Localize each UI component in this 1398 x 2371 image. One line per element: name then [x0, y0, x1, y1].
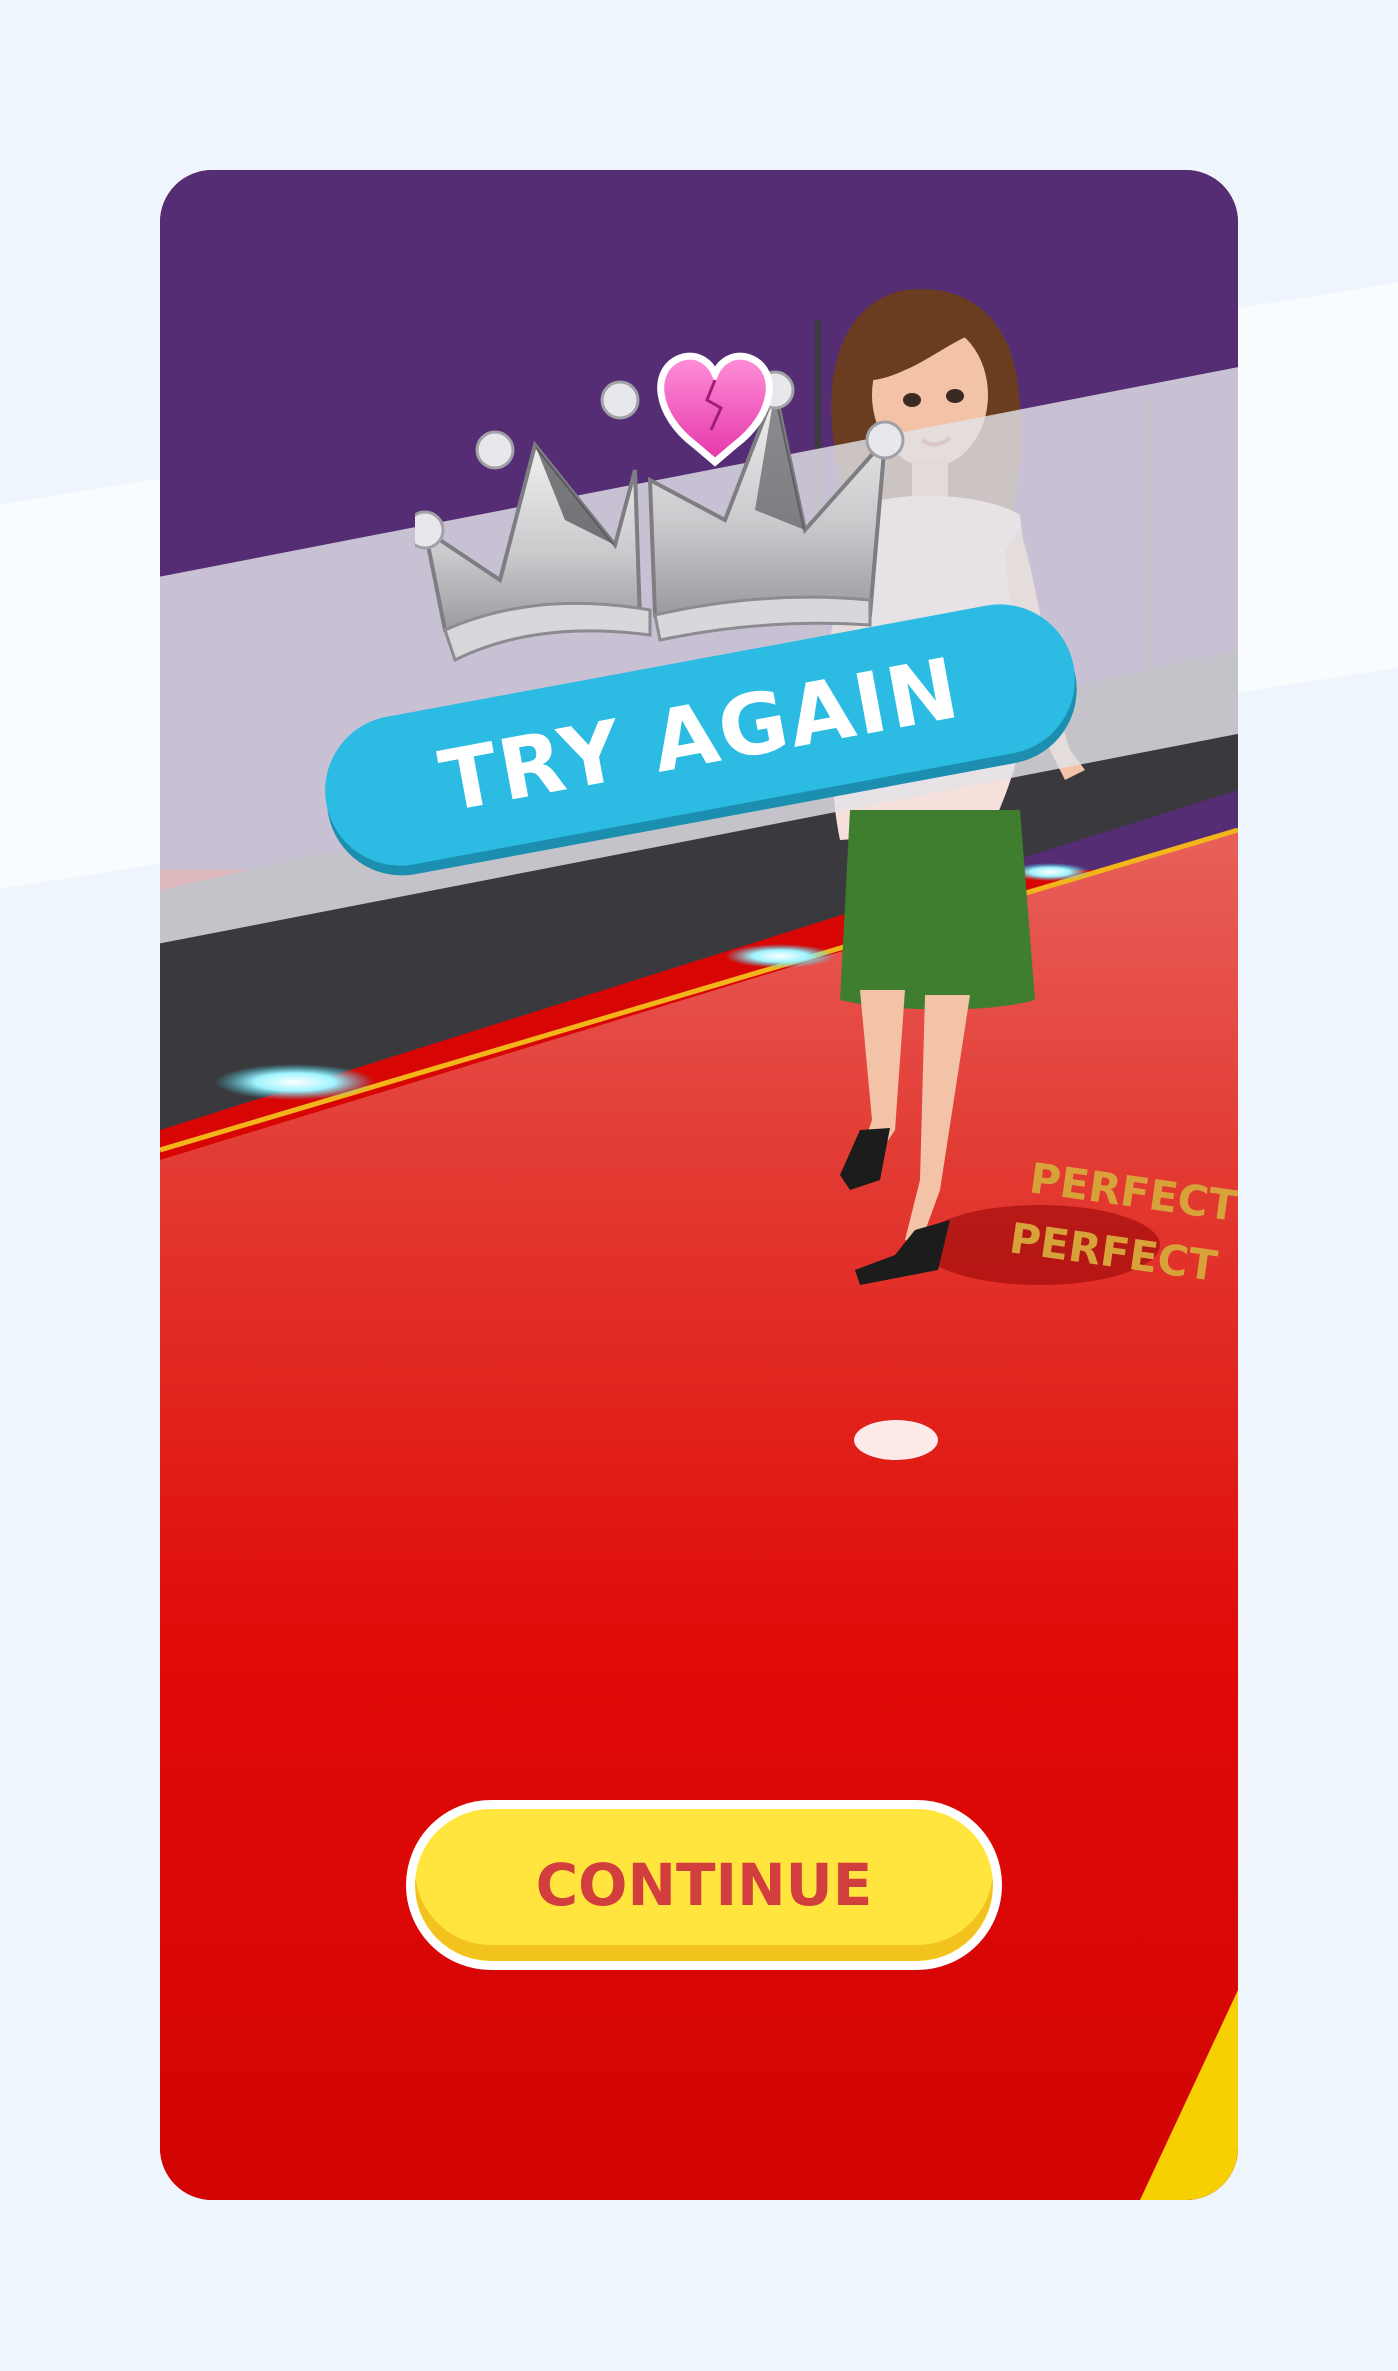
floor-light	[215, 1064, 375, 1100]
footprint	[854, 1420, 938, 1460]
screen: PERFECT PERFECT TRY AGAIN CONTINUE	[0, 0, 1398, 2371]
game-viewport: PERFECT PERFECT TRY AGAIN CONTINUE	[160, 170, 1238, 2200]
floor-light	[725, 944, 835, 968]
silver-crown-icon	[415, 352, 905, 663]
continue-button[interactable]: CONTINUE	[406, 1800, 1002, 1970]
